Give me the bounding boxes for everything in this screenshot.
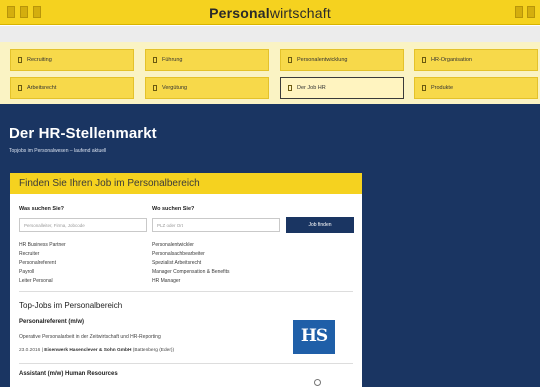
what-input[interactable]: Personalleiter, Firma, Jobcode [19, 218, 147, 232]
job-meta: 23.0.2016 | Eisenwerk Hasenclever & Sohn… [19, 348, 175, 353]
nav-square-icon [18, 57, 22, 63]
job-link[interactable]: HR Manager [152, 278, 180, 284]
job-title-link[interactable]: Personalreferent (m/w) [19, 319, 84, 325]
job-link[interactable]: Personalreferent [19, 260, 56, 266]
nav-item-produkte[interactable]: Produkte [414, 77, 538, 99]
nav-item-arbeitsrecht[interactable]: Arbeitsrecht [10, 77, 134, 99]
page-title: Der HR-Stellenmarkt [9, 125, 157, 142]
job-link[interactable]: Leiter Personal [19, 278, 53, 284]
nav-item-der-job-hr[interactable]: Der Job HR [280, 77, 404, 99]
job-link[interactable]: Personalsachbearbeiter [152, 251, 205, 257]
job-title-link[interactable]: Assistant (m/w) Human Resources [19, 371, 118, 377]
nav-label: Arbeitsrecht [27, 85, 57, 91]
job-link[interactable]: Recruiter [19, 251, 39, 257]
nav-label: Führung [162, 57, 183, 63]
where-label: Wo suchen Sie? [152, 206, 195, 212]
divider [19, 291, 353, 292]
job-location: (Battenberg (Eder)) [132, 348, 175, 353]
page-subtitle: Topjobs im Personalwesen – laufend aktue… [9, 148, 107, 154]
nav-square-icon [422, 57, 426, 63]
nav-item-hr-organisation[interactable]: HR-Organisation [414, 49, 538, 71]
nav-square-icon [422, 85, 426, 91]
where-input[interactable]: PLZ oder Ort [152, 218, 280, 232]
nav-label: Produkte [431, 85, 454, 91]
menu-icon[interactable] [527, 6, 535, 18]
nav-square-icon [288, 57, 292, 63]
nav-square-icon [288, 85, 292, 91]
brand-light: wirtschaft [269, 5, 331, 21]
job-date: 23.0.2016 [19, 348, 41, 353]
nav-square-icon [18, 85, 22, 91]
search-heading: Finden Sie Ihren Job im Personalbereich [10, 173, 362, 194]
company-logo[interactable]: HS [293, 320, 335, 354]
brand-bold: Personal [209, 5, 270, 21]
divider [19, 363, 353, 364]
job-link[interactable]: Spezialist Arbeitsrecht [152, 260, 201, 266]
job-search-card: Finden Sie Ihren Job im Personalbereich … [10, 173, 362, 387]
nav-label: HR-Organisation [431, 57, 472, 63]
topjobs-heading: Top-Jobs im Personalbereich [19, 301, 123, 310]
what-label: Was suchen Sie? [19, 206, 65, 212]
job-search-button[interactable]: Job finden [286, 217, 354, 233]
job-description: Operative Personalarbeit in der Zeitwirt… [19, 334, 161, 340]
top-bar: Personalwirtschaft [0, 0, 540, 25]
job-link[interactable]: Payroll [19, 269, 34, 275]
menu-icon[interactable] [515, 6, 523, 18]
job-link[interactable]: Manager Compensation & Benefits [152, 269, 230, 275]
header-strip [0, 26, 540, 42]
brand-logo[interactable]: Personalwirtschaft [0, 5, 540, 21]
nav-item-recruiting[interactable]: Recruiting [10, 49, 134, 71]
nav-label: Personalentwicklung [297, 57, 348, 63]
job-company: Eisenwerk Hasenclever & Sohn GmbH [44, 348, 132, 353]
nav-item-verguetung[interactable]: Vergütung [145, 77, 269, 99]
nav-item-fuehrung[interactable]: Führung [145, 49, 269, 71]
main-nav: Recruiting Führung Personalentwicklung H… [0, 42, 540, 104]
nav-square-icon [153, 85, 157, 91]
nav-item-personalentwicklung[interactable]: Personalentwicklung [280, 49, 404, 71]
job-link[interactable]: HR Business Partner [19, 242, 66, 248]
favorite-icon[interactable] [314, 379, 321, 386]
nav-label: Recruiting [27, 57, 52, 63]
job-link[interactable]: Personalentwickler [152, 242, 194, 248]
nav-square-icon [153, 57, 157, 63]
nav-label: Vergütung [162, 85, 188, 91]
nav-label: Der Job HR [297, 85, 326, 91]
